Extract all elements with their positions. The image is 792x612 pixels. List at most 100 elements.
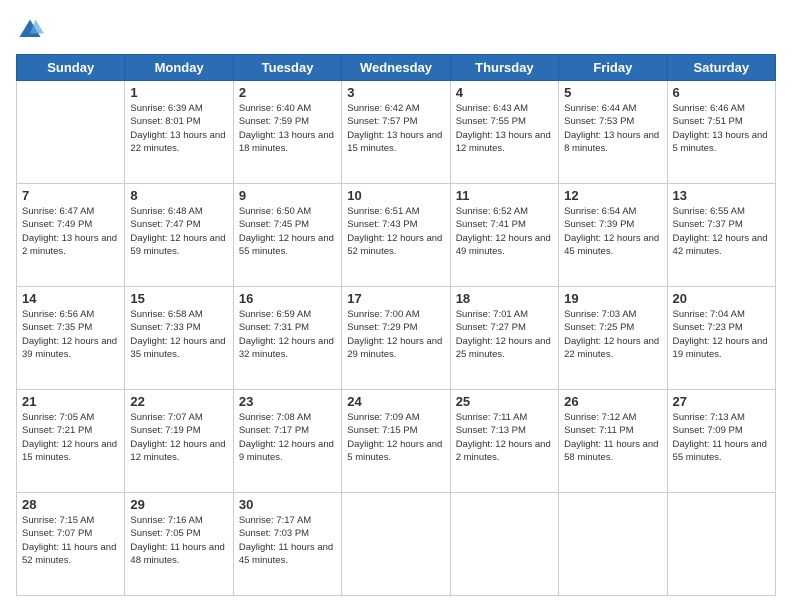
day-number: 7 [22,188,119,203]
day-number: 3 [347,85,444,100]
logo [16,16,48,44]
calendar-cell: 13Sunrise: 6:55 AMSunset: 7:37 PMDayligh… [667,184,775,287]
day-number: 8 [130,188,227,203]
day-number: 27 [673,394,770,409]
calendar-cell: 30 Sunrise: 7:17 AMSunset: 7:03 PMDayligh… [233,493,341,596]
day-number: 9 [239,188,336,203]
day-info: Sunrise: 7:12 AMSunset: 7:11 PMDaylight:… [564,411,661,464]
day-info: Sunrise: 7:13 AMSunset: 7:09 PMDaylight:… [673,411,770,464]
week-row-4: 21Sunrise: 7:05 AMSunset: 7:21 PMDayligh… [17,390,776,493]
day-number: 16 [239,291,336,306]
calendar-cell: 26 Sunrise: 7:12 AMSunset: 7:11 PMDayligh… [559,390,667,493]
calendar-cell [342,493,450,596]
day-info: Sunrise: 6:52 AMSunset: 7:41 PMDaylight:… [456,205,553,258]
day-info: Sunrise: 7:09 AMSunset: 7:15 PMDaylight:… [347,411,444,464]
day-info: Sunrise: 7:15 AMSunset: 7:07 PMDaylight:… [22,514,119,567]
day-info: Sunrise: 6:51 AMSunset: 7:43 PMDaylight:… [347,205,444,258]
day-info: Sunrise: 7:08 AMSunset: 7:17 PMDaylight:… [239,411,336,464]
calendar-cell: 24 Sunrise: 7:09 AMSunset: 7:15 PMDayligh… [342,390,450,493]
week-row-5: 28 Sunrise: 7:15 AMSunset: 7:07 PMDayligh… [17,493,776,596]
calendar-cell: 8 Sunrise: 6:48 AMSunset: 7:47 PMDaylight… [125,184,233,287]
day-number: 24 [347,394,444,409]
day-number: 15 [130,291,227,306]
day-info: Sunrise: 7:07 AMSunset: 7:19 PMDaylight:… [130,411,227,464]
day-info: Sunrise: 6:58 AMSunset: 7:33 PMDaylight:… [130,308,227,361]
week-row-2: 7 Sunrise: 6:47 AMSunset: 7:49 PMDaylight… [17,184,776,287]
day-number: 17 [347,291,444,306]
calendar-cell: 9 Sunrise: 6:50 AMSunset: 7:45 PMDaylight… [233,184,341,287]
day-info: Sunrise: 6:56 AMSunset: 7:35 PMDaylight:… [22,308,119,361]
calendar-cell: 10Sunrise: 6:51 AMSunset: 7:43 PMDayligh… [342,184,450,287]
day-info: Sunrise: 6:59 AMSunset: 7:31 PMDaylight:… [239,308,336,361]
calendar-cell: 15 Sunrise: 6:58 AMSunset: 7:33 PMDayligh… [125,287,233,390]
calendar-cell [17,81,125,184]
day-number: 2 [239,85,336,100]
calendar-cell: 7 Sunrise: 6:47 AMSunset: 7:49 PMDaylight… [17,184,125,287]
day-info: Sunrise: 7:17 AMSunset: 7:03 PMDaylight:… [239,514,336,567]
week-row-1: 1Sunrise: 6:39 AMSunset: 8:01 PMDaylight… [17,81,776,184]
calendar-cell: 17 Sunrise: 7:00 AMSunset: 7:29 PMDayligh… [342,287,450,390]
calendar-cell: 25 Sunrise: 7:11 AMSunset: 7:13 PMDayligh… [450,390,558,493]
calendar-table: SundayMondayTuesdayWednesdayThursdayFrid… [16,54,776,596]
weekday-header-wednesday: Wednesday [342,55,450,81]
day-number: 12 [564,188,661,203]
day-number: 19 [564,291,661,306]
calendar-cell: 23 Sunrise: 7:08 AMSunset: 7:17 PMDayligh… [233,390,341,493]
header [16,16,776,44]
day-number: 1 [130,85,227,100]
logo-icon [16,16,44,44]
day-number: 20 [673,291,770,306]
day-number: 26 [564,394,661,409]
day-number: 14 [22,291,119,306]
calendar-cell: 21Sunrise: 7:05 AMSunset: 7:21 PMDayligh… [17,390,125,493]
day-number: 25 [456,394,553,409]
calendar-cell: 2 Sunrise: 6:40 AMSunset: 7:59 PMDaylight… [233,81,341,184]
day-info: Sunrise: 6:47 AMSunset: 7:49 PMDaylight:… [22,205,119,258]
day-number: 30 [239,497,336,512]
day-number: 28 [22,497,119,512]
day-info: Sunrise: 6:50 AMSunset: 7:45 PMDaylight:… [239,205,336,258]
day-info: Sunrise: 7:05 AMSunset: 7:21 PMDaylight:… [22,411,119,464]
week-row-3: 14 Sunrise: 6:56 AMSunset: 7:35 PMDayligh… [17,287,776,390]
calendar-cell: 29 Sunrise: 7:16 AMSunset: 7:05 PMDayligh… [125,493,233,596]
day-number: 11 [456,188,553,203]
day-info: Sunrise: 7:03 AMSunset: 7:25 PMDaylight:… [564,308,661,361]
calendar-cell: 28 Sunrise: 7:15 AMSunset: 7:07 PMDayligh… [17,493,125,596]
day-info: Sunrise: 6:44 AMSunset: 7:53 PMDaylight:… [564,102,661,155]
day-info: Sunrise: 7:16 AMSunset: 7:05 PMDaylight:… [130,514,227,567]
calendar-cell: 1Sunrise: 6:39 AMSunset: 8:01 PMDaylight… [125,81,233,184]
day-info: Sunrise: 6:48 AMSunset: 7:47 PMDaylight:… [130,205,227,258]
weekday-header-thursday: Thursday [450,55,558,81]
calendar-cell [450,493,558,596]
weekday-header-saturday: Saturday [667,55,775,81]
calendar-cell: 18 Sunrise: 7:01 AMSunset: 7:27 PMDayligh… [450,287,558,390]
calendar-cell: 12 Sunrise: 6:54 AMSunset: 7:39 PMDayligh… [559,184,667,287]
calendar-cell: 4 Sunrise: 6:43 AMSunset: 7:55 PMDaylight… [450,81,558,184]
page: SundayMondayTuesdayWednesdayThursdayFrid… [0,0,792,612]
day-info: Sunrise: 6:55 AMSunset: 7:37 PMDaylight:… [673,205,770,258]
day-info: Sunrise: 6:54 AMSunset: 7:39 PMDaylight:… [564,205,661,258]
day-info: Sunrise: 7:00 AMSunset: 7:29 PMDaylight:… [347,308,444,361]
day-number: 18 [456,291,553,306]
calendar-cell [667,493,775,596]
calendar-cell [559,493,667,596]
calendar-cell: 5 Sunrise: 6:44 AMSunset: 7:53 PMDaylight… [559,81,667,184]
weekday-header-sunday: Sunday [17,55,125,81]
calendar-cell: 16 Sunrise: 6:59 AMSunset: 7:31 PMDayligh… [233,287,341,390]
day-number: 4 [456,85,553,100]
day-info: Sunrise: 6:43 AMSunset: 7:55 PMDaylight:… [456,102,553,155]
day-number: 29 [130,497,227,512]
day-info: Sunrise: 7:04 AMSunset: 7:23 PMDaylight:… [673,308,770,361]
calendar-cell: 19 Sunrise: 7:03 AMSunset: 7:25 PMDayligh… [559,287,667,390]
calendar-cell: 11 Sunrise: 6:52 AMSunset: 7:41 PMDayligh… [450,184,558,287]
day-info: Sunrise: 7:11 AMSunset: 7:13 PMDaylight:… [456,411,553,464]
day-info: Sunrise: 7:01 AMSunset: 7:27 PMDaylight:… [456,308,553,361]
day-info: Sunrise: 6:40 AMSunset: 7:59 PMDaylight:… [239,102,336,155]
day-number: 23 [239,394,336,409]
day-info: Sunrise: 6:46 AMSunset: 7:51 PMDaylight:… [673,102,770,155]
calendar-cell: 20 Sunrise: 7:04 AMSunset: 7:23 PMDayligh… [667,287,775,390]
day-number: 5 [564,85,661,100]
weekday-header-monday: Monday [125,55,233,81]
day-number: 22 [130,394,227,409]
calendar-cell: 3Sunrise: 6:42 AMSunset: 7:57 PMDaylight… [342,81,450,184]
